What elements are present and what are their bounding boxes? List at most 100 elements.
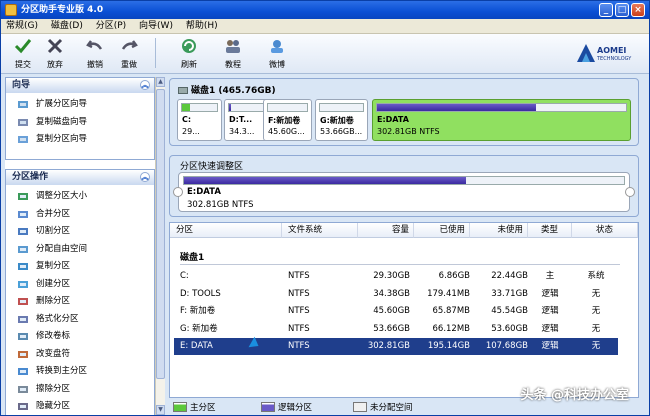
menu-disk[interactable]: 磁盘(D) [46, 19, 88, 34]
ops-item[interactable]: 合并分区 [6, 206, 154, 224]
ops-item[interactable]: 创建分区 [6, 276, 154, 294]
partition-block[interactable]: E:DATA 302.81GB NTFS [372, 99, 631, 141]
menu-help[interactable]: 帮助(H) [181, 19, 223, 34]
cell-cap: 34.38GB [373, 288, 410, 299]
partition-icon [18, 280, 28, 288]
col-used[interactable]: 已使用 [414, 223, 470, 238]
left-scrollbar[interactable]: ▲ ▼ [155, 77, 165, 415]
wizard-item-label: 复制磁盘向导 [36, 116, 88, 127]
partition-block[interactable]: C: 29... [177, 99, 222, 141]
people-icon [226, 40, 240, 53]
ops-item-label: 合并分区 [36, 208, 71, 219]
weibo-button[interactable]: 微博 [263, 37, 291, 70]
partition-icon [18, 210, 28, 218]
window-title: 分区助手专业版 4.0 [21, 5, 104, 15]
col-partition[interactable]: 分区 [170, 223, 282, 238]
partition-icon [18, 193, 28, 200]
left-resize-handle[interactable] [173, 187, 183, 197]
menu-wizard[interactable]: 向导(W) [134, 19, 178, 34]
redo-button[interactable]: 重做 [115, 37, 143, 70]
cell-type: 逻辑 [541, 288, 559, 299]
menu-general[interactable]: 常规(G) [1, 19, 43, 34]
refresh-button[interactable]: 刷新 [175, 37, 203, 70]
watermark: 头条 @科技办公室 [520, 388, 629, 403]
partition-name: G:新加卷 [320, 116, 354, 125]
minimize-button[interactable]: _ [599, 3, 613, 17]
wizard-item-copy-disk[interactable]: 复制磁盘向导 [6, 114, 154, 132]
ops-item[interactable]: 切割分区 [6, 223, 154, 241]
ops-item[interactable]: 复制分区 [6, 258, 154, 276]
cell-cap: 45.60GB [373, 306, 410, 317]
scroll-down-icon[interactable]: ▼ [156, 405, 165, 415]
table-row[interactable]: C: NTFS 29.30GB 6.86GB 22.44GB 主 系统 [174, 268, 618, 285]
partition-usage-bar [181, 103, 218, 112]
ops-item[interactable]: 修改卷标 [6, 328, 154, 346]
cell-part: E: DATA [180, 341, 213, 352]
undo-button[interactable]: 撤销 [81, 37, 109, 70]
col-free[interactable]: 未使用 [470, 223, 528, 238]
partition-block[interactable]: F:新加卷 45.60G... [263, 99, 312, 141]
cell-type: 主 [545, 271, 555, 281]
cell-status: 无 [591, 288, 601, 299]
partition-icon [18, 403, 28, 410]
partition-name: D:T... [229, 115, 253, 124]
right-resize-handle[interactable] [625, 187, 635, 197]
left-panel: 向导 ︽ 扩展分区向导 复制磁盘向导 复制分区向导 分区操作 ︽ 调整分区大小合… [5, 77, 165, 416]
menu-partition[interactable]: 分区(P) [91, 19, 131, 34]
ops-item[interactable]: 分配自由空间 [6, 241, 154, 259]
ops-header[interactable]: 分区操作 ︽ [6, 170, 154, 185]
collapse-icon[interactable]: ︽ [140, 172, 150, 182]
aomei-logo: AOMEI TECHNOLOGY [575, 40, 639, 68]
cell-status: 无 [591, 323, 601, 334]
cell-free: 45.54GB [491, 306, 528, 317]
ops-item[interactable]: 擦除分区 [6, 381, 154, 399]
table-row[interactable]: E: DATA NTFS 302.81GB 195.14GB 107.68GB 逻辑 无 [174, 338, 618, 356]
ops-item[interactable]: 删除分区 [6, 293, 154, 311]
ops-item-label: 复制分区 [36, 261, 71, 271]
undo-icon [86, 40, 103, 50]
ops-item[interactable]: 转换到主分区 [6, 363, 154, 381]
cell-part: G: 新加卷 [180, 323, 218, 334]
scroll-up-icon[interactable]: ▲ [156, 77, 165, 87]
close-button[interactable]: × [631, 3, 645, 17]
scroll-thumb[interactable] [156, 89, 165, 379]
cell-fs: NTFS [288, 306, 310, 317]
disk-title-text: 磁盘1 (465.76GB) [191, 86, 276, 96]
ops-item[interactable]: 格式化分区 [6, 311, 154, 329]
cell-fs: NTFS [288, 271, 310, 281]
logo-icon [577, 44, 595, 62]
cell-part: D: TOOLS [180, 288, 221, 299]
wizard-item-extend[interactable]: 扩展分区向导 [6, 96, 154, 114]
discard-button[interactable]: 放弃 [41, 37, 69, 70]
ops-item-label: 创建分区 [36, 278, 71, 289]
partition-size: 302.81GB NTFS [377, 127, 440, 136]
discard-label: 放弃 [47, 60, 63, 69]
apply-button[interactable]: 提交 [9, 37, 37, 70]
table-row[interactable]: D: TOOLS NTFS 34.38GB 179.41MB 33.71GB 逻辑 无 [174, 286, 618, 303]
partition-usage-bar [319, 103, 364, 112]
tutorial-button[interactable]: 教程 [219, 37, 247, 70]
primary-swatch [173, 402, 187, 412]
wizard-header[interactable]: 向导 ︽ [6, 78, 154, 93]
col-type[interactable]: 类型 [528, 223, 572, 238]
resize-usage-bar [183, 176, 625, 185]
partition-icon [18, 315, 28, 323]
col-capacity[interactable]: 容量 [358, 223, 414, 238]
logical-swatch [261, 402, 275, 412]
wizard-item-copy-partition[interactable]: 复制分区向导 [6, 131, 154, 149]
brand-name: AOMEI [597, 46, 627, 55]
ops-item[interactable]: 改变盘符 [6, 346, 154, 364]
col-filesystem[interactable]: 文件系统 [282, 223, 358, 238]
partition-icon [18, 263, 28, 270]
table-row[interactable]: G: 新加卷 NTFS 53.66GB 66.12MB 53.60GB 逻辑 无 [174, 321, 618, 338]
partition-block[interactable]: G:新加卷 53.66GB... [315, 99, 368, 141]
col-status[interactable]: 状态 [572, 223, 638, 238]
ops-item[interactable]: 调整分区大小 [6, 188, 154, 206]
collapse-icon[interactable]: ︽ [140, 80, 150, 90]
resize-partition-box[interactable]: E:DATA 302.81GB NTFS [178, 172, 630, 212]
table-row[interactable]: F: 新加卷 NTFS 45.60GB 65.87MB 45.54GB 逻辑 无 [174, 303, 618, 320]
cell-status: 系统 [587, 271, 605, 281]
partition-icon [18, 385, 28, 393]
ops-item[interactable]: 隐藏分区 [6, 398, 154, 416]
maximize-button[interactable]: □ [615, 3, 629, 17]
